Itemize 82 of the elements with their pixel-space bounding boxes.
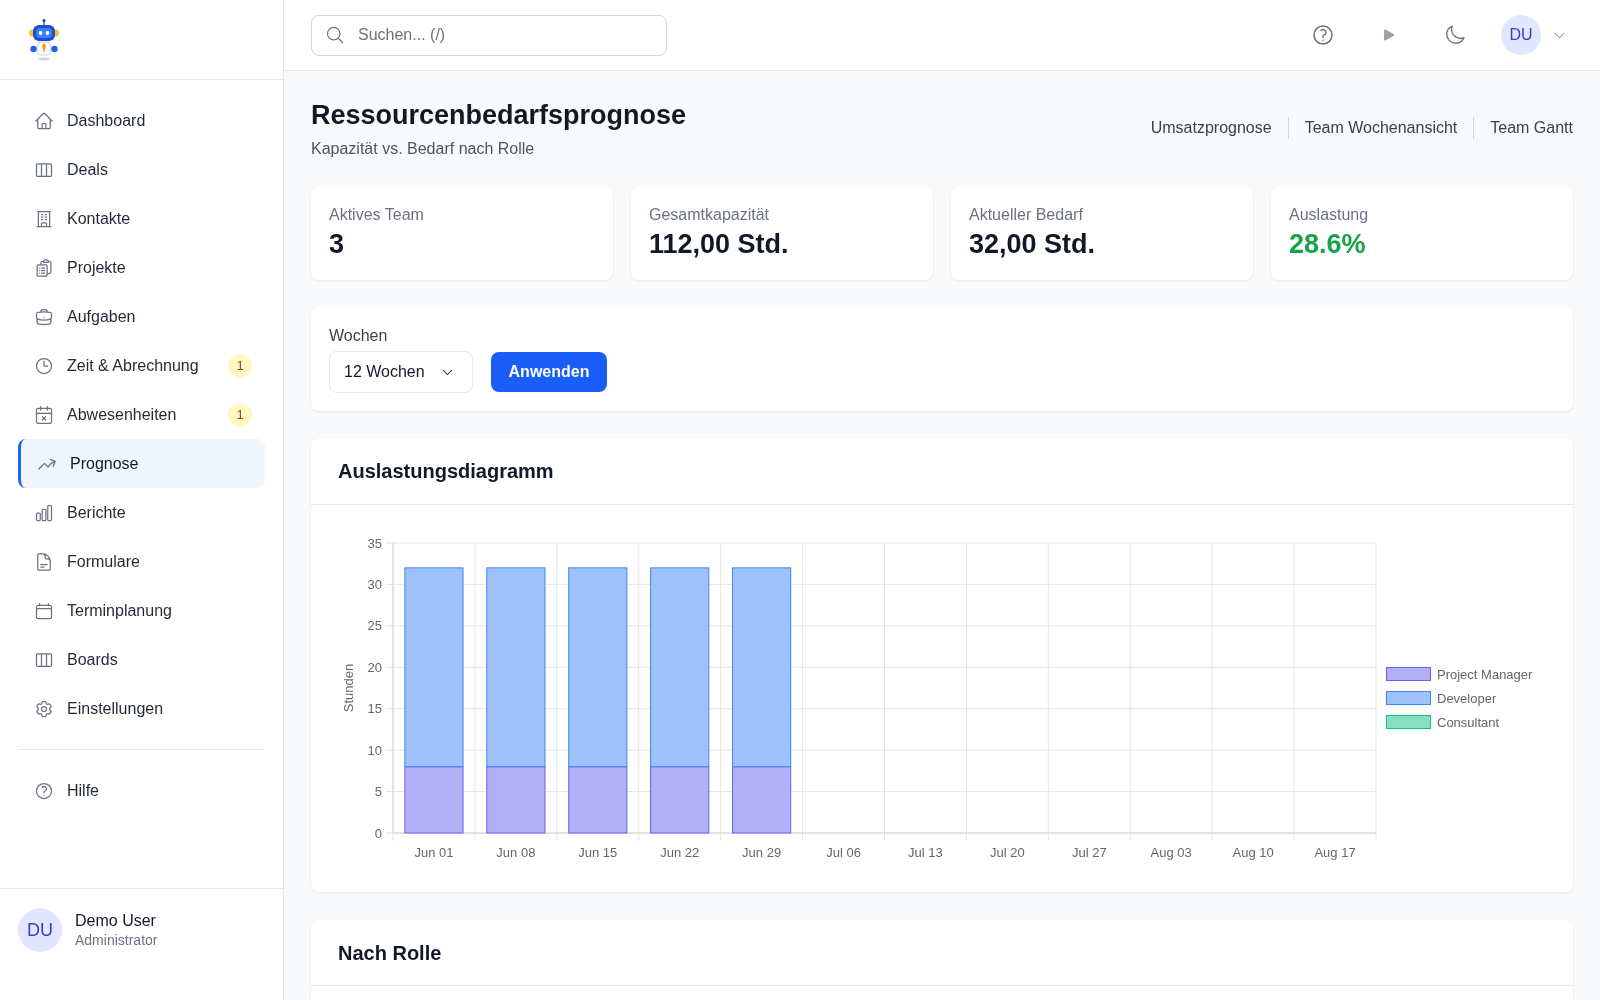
legend-label: Consultant (1437, 714, 1500, 730)
moon-icon[interactable] (1444, 24, 1466, 46)
page-subtitle: Kapazität vs. Bedarf nach Rolle (311, 139, 536, 159)
stat-value: 3 (329, 228, 346, 260)
robot-logo-icon (28, 18, 60, 61)
user-role: Administrator (75, 931, 158, 949)
legend-swatch-icon (1386, 667, 1431, 681)
legend-label: Project Manager (1437, 666, 1533, 682)
nav-item[interactable]: Einstellungen (18, 684, 265, 733)
house-icon (34, 110, 54, 131)
user-avatar: DU (18, 908, 62, 952)
nav-item[interactable]: Abwesenheiten 1 (18, 390, 265, 439)
legend-label: Developer (1437, 690, 1497, 706)
axis-title: Stunden (341, 663, 356, 713)
axis-tick-label: Jul 06 (826, 845, 861, 860)
nav-item[interactable]: Boards (18, 635, 265, 684)
clock-icon (34, 355, 54, 376)
calendar-x-icon (34, 404, 54, 425)
axis-tick-label: 5 (374, 784, 382, 800)
count-badge: 1 (228, 402, 252, 427)
clipboard-icon (34, 257, 54, 278)
settings-icon (34, 698, 54, 719)
nav-item[interactable]: Projekte (18, 243, 265, 292)
search-field[interactable]: Suchen... (/) (311, 14, 667, 56)
weeks-select[interactable]: 12 Wochen (329, 351, 473, 393)
nav-item[interactable]: Deals (18, 145, 265, 194)
stat-label: Aktueller Bedarf (969, 205, 1084, 225)
field-label: Wochen (329, 326, 388, 346)
nav-item[interactable]: Berichte (18, 488, 265, 537)
axis-tick-label: Jun 01 (414, 845, 454, 860)
page-title: Ressourcenbedarfsprognose (311, 99, 687, 132)
nav-item[interactable]: Kontakte (18, 194, 265, 243)
play-icon[interactable] (1381, 27, 1397, 43)
nav-item[interactable]: Formulare (18, 537, 265, 586)
legend-swatch-icon (1386, 691, 1431, 705)
calendar-icon (34, 600, 54, 621)
axis-tick-label: Jul 20 (990, 845, 1025, 860)
card-title: Auslastungsdiagramm (338, 459, 554, 484)
nav-link[interactable]: Team Wochenansicht (1304, 117, 1458, 139)
axis-tick-label: Jun 15 (578, 845, 618, 860)
axis-tick-label: 15 (367, 701, 382, 717)
bar-chart-icon (34, 502, 54, 523)
nav-item[interactable]: Zeit & Abrechnung 1 (18, 341, 265, 390)
axis-tick-label: 35 (367, 535, 382, 551)
axis-tick-label: 0 (374, 825, 382, 841)
axis-tick-label: Jun 08 (496, 845, 536, 860)
stat-value: 28.6% (1289, 228, 1367, 260)
axis-tick-label: 30 (367, 576, 382, 592)
axis-tick-label: 20 (367, 659, 382, 675)
briefcase-icon (34, 306, 54, 327)
help-icon[interactable] (1311, 23, 1335, 47)
legend-swatch-icon (1386, 715, 1431, 729)
axis-tick-label: Aug 10 (1232, 845, 1274, 860)
nav-item[interactable]: Aufgaben (18, 292, 265, 341)
help-icon (34, 780, 54, 801)
building-icon (34, 208, 54, 229)
nav-item[interactable]: Terminplanung (18, 586, 265, 635)
stat-value: 112,00 Std. (649, 228, 790, 260)
axis-tick-label: 25 (367, 618, 382, 634)
axis-tick-label: Jun 29 (742, 845, 782, 860)
nav-item[interactable]: Prognose (18, 439, 265, 488)
nav-link[interactable]: Team Gantt (1490, 117, 1573, 139)
user-avatar[interactable]: DU (1501, 15, 1541, 55)
axis-tick-label: 10 (367, 742, 382, 758)
nav-item[interactable]: Dashboard (18, 96, 265, 145)
axis-tick-label: Aug 03 (1150, 845, 1192, 860)
nav-item[interactable]: Hilfe (18, 766, 265, 815)
count-badge: 1 (228, 353, 252, 378)
axis-tick-label: Jul 13 (908, 845, 943, 860)
stat-label: Auslastung (1289, 205, 1370, 225)
document-icon (34, 551, 54, 572)
stat-label: Gesamtkapazität (649, 205, 771, 225)
axis-tick-label: Jun 22 (660, 845, 700, 860)
stat-label: Aktives Team (329, 205, 425, 225)
nav-link[interactable]: Umsatzprognose (1150, 117, 1272, 139)
axis-tick-label: Jul 27 (1071, 845, 1107, 860)
apply-button[interactable]: Anwenden (491, 352, 607, 392)
user-name: Demo User (75, 911, 157, 931)
axis-tick-label: Aug 17 (1314, 845, 1356, 860)
stat-value: 32,00 Std. (969, 228, 1097, 260)
search-icon (325, 24, 345, 45)
card-title: Nach Rolle (338, 940, 442, 966)
